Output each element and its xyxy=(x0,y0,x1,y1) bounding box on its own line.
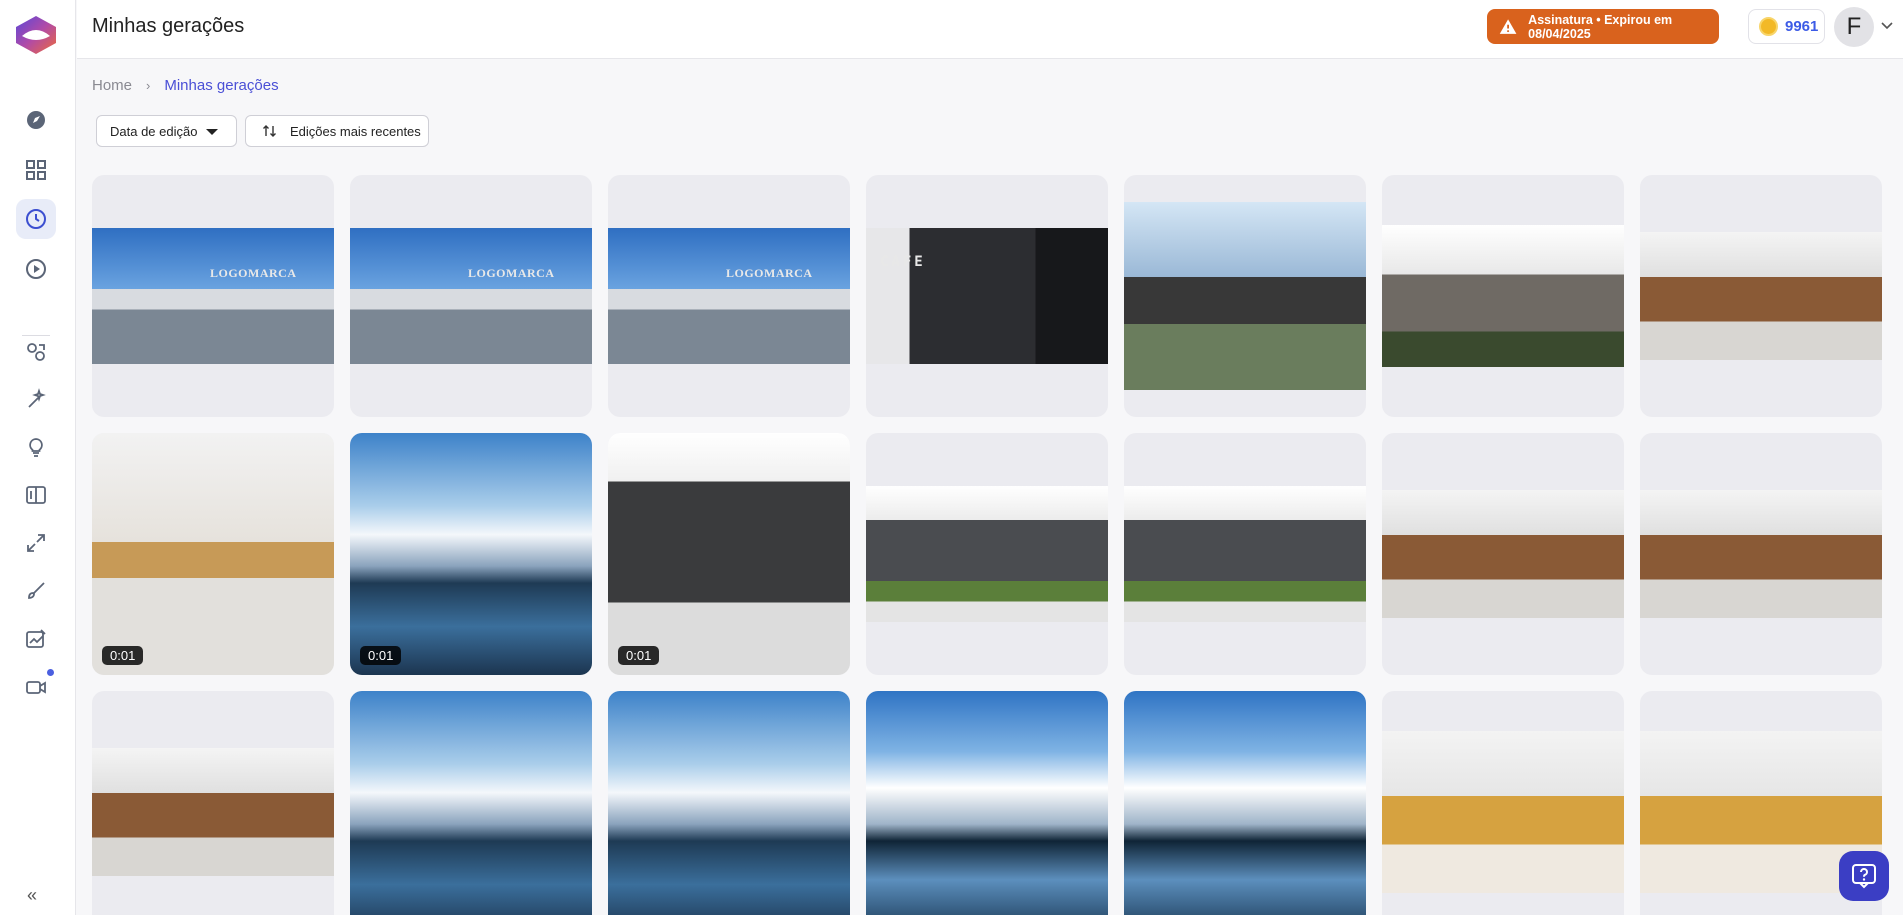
magic-icon xyxy=(28,388,46,408)
thumbnail-sign-text: CAFE xyxy=(880,254,926,270)
sidebar-item-videos[interactable] xyxy=(16,249,56,289)
generation-thumbnail xyxy=(350,433,592,675)
sidebar-item-magic[interactable] xyxy=(16,380,56,420)
generation-thumbnail: LOGOMARCA xyxy=(92,228,334,364)
sort-button[interactable]: Edições mais recentes xyxy=(245,115,429,147)
video-duration-badge: 0:01 xyxy=(618,646,660,665)
generation-thumbnail xyxy=(1382,225,1624,367)
page-title: Minhas gerações xyxy=(92,15,245,37)
play-icon xyxy=(26,259,46,279)
credits-counter[interactable]: 9961 xyxy=(1748,9,1825,44)
generation-thumbnail xyxy=(1640,490,1882,618)
breadcrumb-current: Minhas gerações xyxy=(164,77,279,94)
render-icon xyxy=(27,343,45,361)
grid-icon xyxy=(26,160,46,180)
generation-tile[interactable] xyxy=(92,691,334,915)
generation-tile[interactable]: LOGOMARCA xyxy=(608,175,850,417)
generation-thumbnail xyxy=(608,433,850,675)
generation-tile[interactable]: CAFE xyxy=(866,175,1108,417)
expand-icon xyxy=(27,534,45,552)
avatar-initial: F xyxy=(1846,13,1862,40)
sidebar-item-ideas[interactable] xyxy=(16,428,56,468)
video-duration-badge: 0:01 xyxy=(360,646,402,665)
sidebar-item-explore[interactable] xyxy=(16,100,56,140)
caret-down-icon xyxy=(206,129,218,135)
sidebar-item-dashboard[interactable] xyxy=(16,150,56,190)
chevron-right-icon: › xyxy=(146,78,151,93)
generation-tile[interactable] xyxy=(1124,175,1366,417)
sidebar-item-render[interactable] xyxy=(16,332,56,372)
sidebar-item-upscale[interactable] xyxy=(16,523,56,563)
coin-icon xyxy=(1759,17,1778,36)
clock-icon xyxy=(26,209,46,229)
credits-value: 9961 xyxy=(1785,18,1819,35)
generation-tile[interactable] xyxy=(350,691,592,915)
lightbulb-icon xyxy=(29,438,43,457)
sidebar-item-edit[interactable] xyxy=(16,619,56,659)
generation-thumbnail xyxy=(1382,490,1624,618)
app-logo[interactable] xyxy=(12,14,60,56)
generation-tile[interactable] xyxy=(866,433,1108,675)
thumbnail-sign-text: LOGOMARCA xyxy=(726,266,813,280)
generation-thumbnail: LOGOMARCA xyxy=(608,228,850,364)
help-chat-icon xyxy=(1852,864,1876,889)
help-chat-button[interactable] xyxy=(1839,851,1889,901)
generation-thumbnail xyxy=(866,691,1108,915)
date-filter-label: Data de edição xyxy=(110,123,198,139)
sidebar-item-compare[interactable] xyxy=(16,475,56,515)
generation-thumbnail xyxy=(1124,202,1366,390)
top-header: Minhas gerações Assinatura • Expirou em … xyxy=(77,0,1903,59)
generation-tile[interactable] xyxy=(1382,433,1624,675)
subscription-alert[interactable]: Assinatura • Expirou em 08/04/2025 xyxy=(1487,9,1719,44)
generation-tile[interactable]: LOGOMARCA xyxy=(92,175,334,417)
sidebar: « xyxy=(0,0,76,915)
breadcrumb-home[interactable]: Home xyxy=(92,77,132,94)
generation-tile[interactable] xyxy=(1124,433,1366,675)
thumbnail-sign-text: LOGOMARCA xyxy=(210,266,297,280)
generation-thumbnail xyxy=(608,691,850,915)
thumbnail-sign-text: LOGOMARCA xyxy=(468,266,555,280)
warning-icon xyxy=(1499,18,1517,34)
video-duration-badge: 0:01 xyxy=(102,646,144,665)
generation-thumbnail xyxy=(1640,232,1882,360)
generation-thumbnail: LOGOMARCA xyxy=(350,228,592,364)
generation-thumbnail xyxy=(92,748,334,876)
generation-tile[interactable]: 0:01 xyxy=(608,433,850,675)
avatar[interactable]: F xyxy=(1834,7,1874,47)
generation-thumbnail xyxy=(866,486,1108,622)
generation-tile[interactable]: LOGOMARCA xyxy=(350,175,592,417)
brush-icon xyxy=(28,582,45,599)
subscription-alert-text: Assinatura • Expirou em 08/04/2025 xyxy=(1528,12,1673,41)
generation-tile[interactable] xyxy=(1124,691,1366,915)
sort-label: Edições mais recentes xyxy=(290,123,421,139)
generation-tile[interactable] xyxy=(1382,691,1624,915)
sidebar-item-history[interactable] xyxy=(16,199,56,239)
sidebar-item-sketch[interactable] xyxy=(16,571,56,611)
date-filter-dropdown[interactable]: Data de edição xyxy=(96,115,237,147)
breadcrumb: Home › Minhas gerações xyxy=(92,77,279,94)
video-icon xyxy=(26,681,46,694)
generation-thumbnail xyxy=(1382,731,1624,893)
notification-dot xyxy=(47,669,54,676)
edit-image-icon xyxy=(26,629,46,648)
sort-icon xyxy=(263,125,276,137)
generation-tile[interactable] xyxy=(1640,175,1882,417)
chevron-down-icon[interactable] xyxy=(1881,22,1893,30)
generation-tile[interactable] xyxy=(1640,433,1882,675)
generation-tile[interactable] xyxy=(866,691,1108,915)
generation-thumbnail xyxy=(1124,486,1366,622)
generation-thumbnail xyxy=(350,691,592,915)
compass-icon xyxy=(27,111,45,129)
generation-tile[interactable]: 0:01 xyxy=(92,433,334,675)
collapse-sidebar-button[interactable]: « xyxy=(27,885,37,906)
generation-tile[interactable]: 0:01 xyxy=(350,433,592,675)
generation-tile[interactable] xyxy=(608,691,850,915)
sidebar-item-video-gen[interactable] xyxy=(16,667,56,707)
generation-tile[interactable] xyxy=(1382,175,1624,417)
generation-thumbnail xyxy=(1124,691,1366,915)
generation-thumbnail: CAFE xyxy=(866,228,1108,364)
compare-icon xyxy=(26,486,46,504)
generation-thumbnail xyxy=(92,433,334,675)
